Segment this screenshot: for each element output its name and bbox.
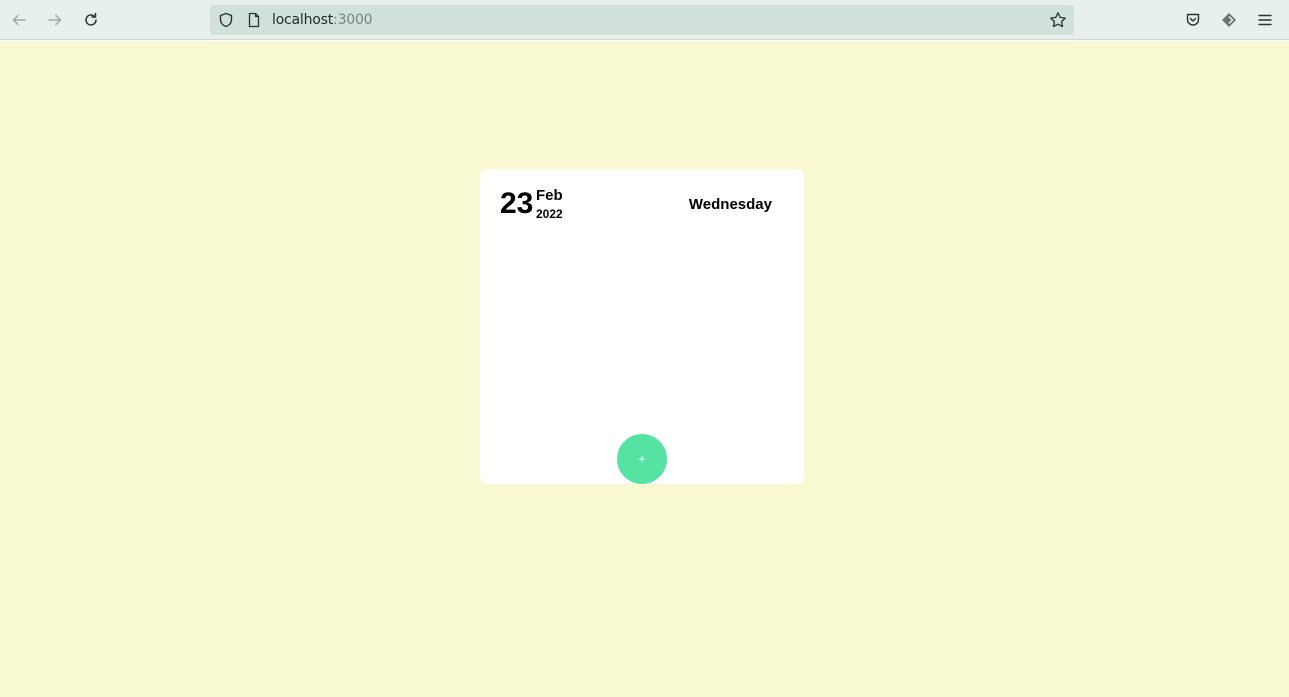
pocket-icon bbox=[1186, 13, 1200, 26]
page-icon bbox=[248, 12, 260, 28]
url-bar[interactable]: localhost:3000 bbox=[210, 5, 1074, 35]
add-task-button[interactable]: + bbox=[617, 434, 667, 484]
year-label: 2022 bbox=[536, 207, 563, 221]
url-text: localhost:3000 bbox=[272, 12, 373, 28]
star-icon[interactable] bbox=[1049, 11, 1067, 29]
forward-arrow-icon bbox=[48, 14, 62, 26]
weekday-label: Wednesday bbox=[688, 196, 772, 213]
extension-icon bbox=[1222, 13, 1236, 27]
page-background: 23 Feb 2022 Wednesday + bbox=[0, 41, 1289, 697]
day-card: 23 Feb 2022 Wednesday + bbox=[480, 169, 804, 484]
pocket-button[interactable] bbox=[1181, 8, 1205, 32]
menu-button[interactable] bbox=[1253, 8, 1277, 32]
forward-button[interactable] bbox=[43, 8, 67, 32]
reload-button[interactable] bbox=[79, 8, 103, 32]
shield-icon[interactable] bbox=[218, 12, 234, 28]
menu-icon bbox=[1258, 14, 1272, 26]
back-button[interactable] bbox=[7, 8, 31, 32]
reload-icon bbox=[85, 12, 97, 26]
back-arrow-icon bbox=[12, 14, 26, 26]
day-number: 23 bbox=[500, 187, 534, 220]
url-port: :3000 bbox=[333, 12, 373, 28]
browser-toolbar: localhost:3000 bbox=[0, 0, 1289, 40]
month-label: Feb bbox=[536, 187, 563, 204]
extension-button[interactable] bbox=[1217, 8, 1241, 32]
url-host: localhost bbox=[272, 12, 334, 28]
